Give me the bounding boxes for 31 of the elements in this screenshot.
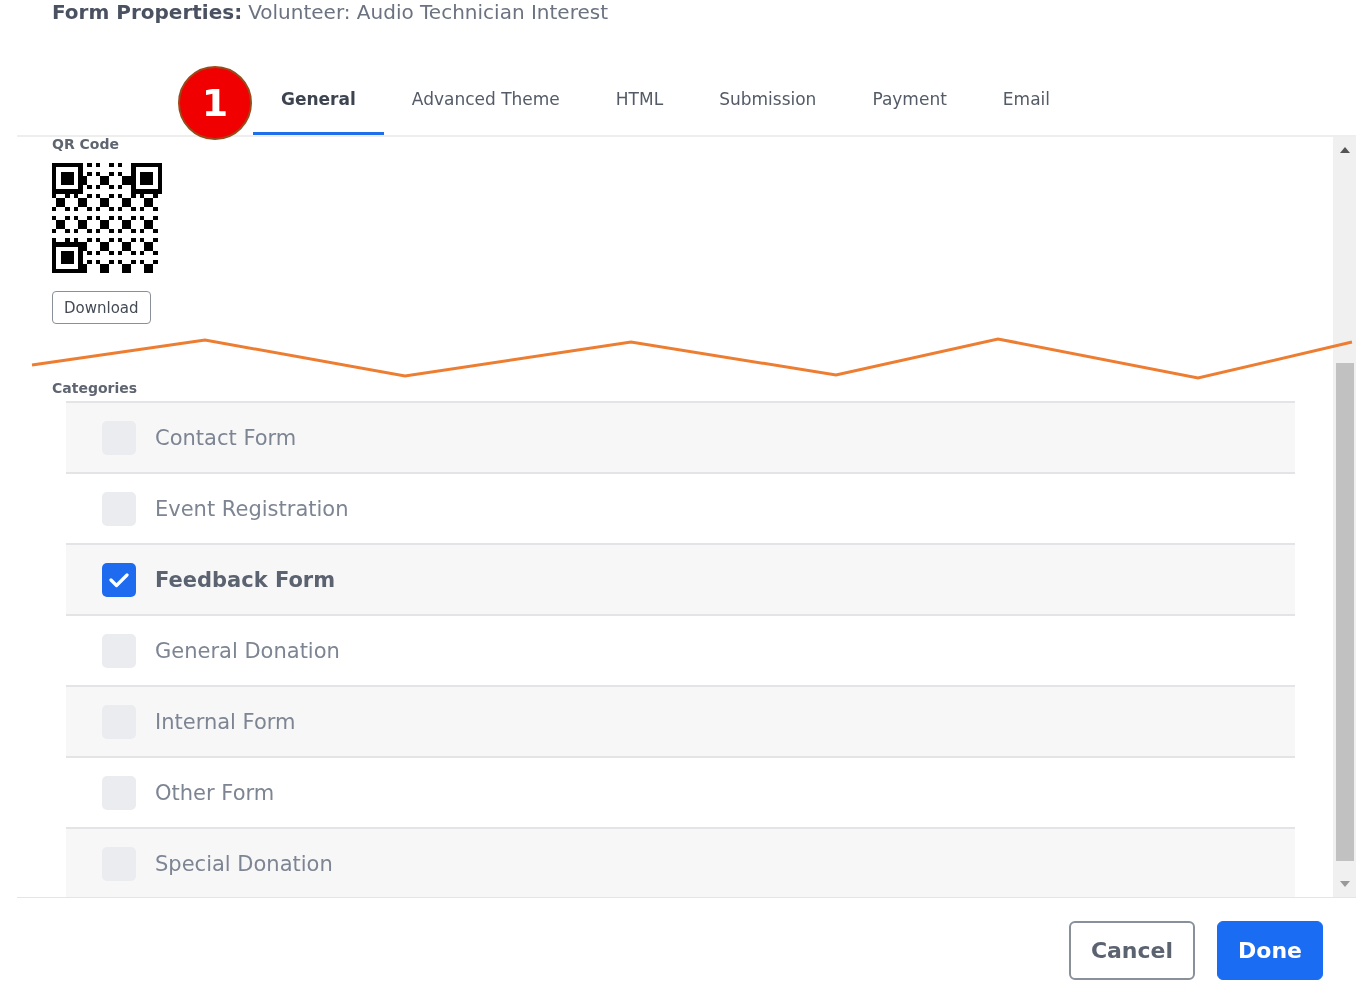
- dialog-label: Form Properties:: [52, 0, 243, 24]
- category-row[interactable]: Feedback Form: [66, 543, 1295, 614]
- categories-label: Categories: [52, 381, 139, 398]
- done-button[interactable]: Done: [1217, 921, 1323, 980]
- tab[interactable]: General: [253, 65, 384, 135]
- scroll-down-icon[interactable]: [1339, 881, 1350, 887]
- category-label: Feedback Form: [155, 567, 336, 592]
- tab[interactable]: HTML: [587, 65, 692, 135]
- download-button[interactable]: Download: [52, 291, 151, 324]
- scrollbar[interactable]: [1333, 137, 1356, 897]
- category-label: Contact Form: [155, 425, 297, 450]
- scroll-up-icon[interactable]: [1339, 147, 1350, 153]
- category-row[interactable]: Internal Form: [66, 685, 1295, 756]
- check-icon: [109, 571, 129, 588]
- tab[interactable]: Advanced Theme: [383, 65, 588, 135]
- category-row[interactable]: Contact Form: [66, 401, 1295, 472]
- cancel-button[interactable]: Cancel: [1068, 921, 1196, 980]
- tab[interactable]: Email: [974, 65, 1078, 135]
- tab[interactable]: Payment: [844, 65, 975, 135]
- category-label: Other Form: [155, 780, 275, 805]
- category-row[interactable]: Special Donation: [66, 827, 1295, 897]
- category-label: General Donation: [155, 638, 340, 663]
- category-label: Special Donation: [155, 851, 333, 876]
- step-badge: 1: [178, 66, 252, 140]
- form-title: Volunteer: Audio Technician Interest: [248, 0, 608, 24]
- qr-code-label: QR Code: [52, 137, 120, 154]
- scrollbar-thumb[interactable]: [1335, 363, 1354, 861]
- category-label: Internal Form: [155, 709, 296, 734]
- checkbox[interactable]: [102, 562, 136, 597]
- tab[interactable]: Submission: [691, 65, 845, 135]
- category-label: Event Registration: [155, 496, 349, 521]
